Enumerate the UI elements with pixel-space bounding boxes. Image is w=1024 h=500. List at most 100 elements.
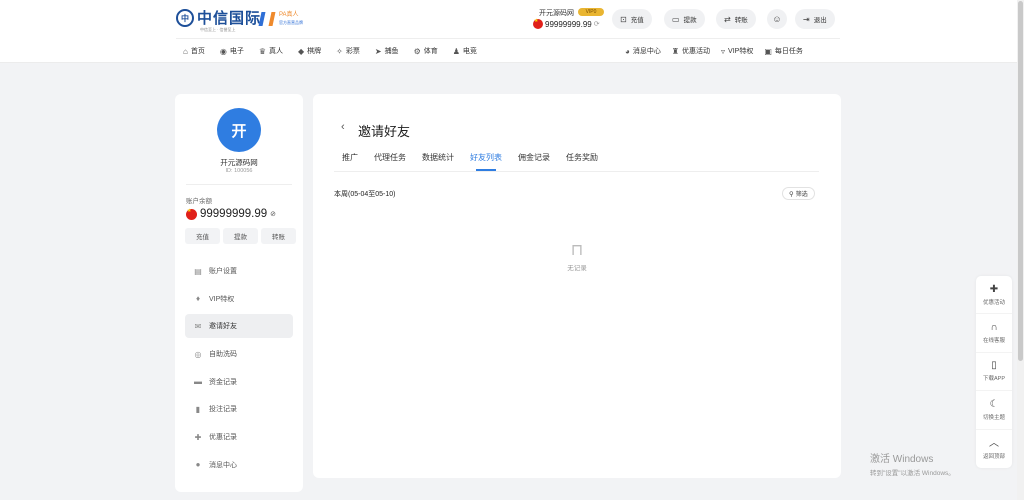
site-logo[interactable]: 中 中信国际 中信至上 · 信誉至上: [176, 9, 261, 32]
headset-icon: ∩: [990, 322, 998, 334]
float-theme-toggle[interactable]: ☾ 切换主题: [976, 391, 1012, 430]
phone-icon: ▯: [991, 360, 997, 372]
back-chevron-icon[interactable]: ‹: [341, 121, 345, 133]
nav-live[interactable]: ♛ 真人: [259, 46, 283, 56]
sidebar-item-bet-records[interactable]: ▮ 投注记录: [185, 397, 293, 421]
filter-button[interactable]: ⚲ 筛选: [782, 187, 815, 200]
date-range-label[interactable]: 本周(05-04至05-10): [334, 189, 395, 199]
filter-label: 筛选: [795, 192, 808, 198]
avatar[interactable]: 开: [217, 108, 261, 152]
float-promotions[interactable]: ✚ 优惠活动: [976, 276, 1012, 315]
header-balance-value: 99999999.99: [545, 19, 592, 29]
tabs-divider: [334, 171, 819, 172]
tab-task-rewards[interactable]: 任务奖励: [566, 152, 598, 171]
sidebar-item-label: VIP特权: [209, 295, 235, 303]
windows-activation-watermark: 激活 Windows 转到"设置"以激活 Windows。: [870, 450, 955, 477]
nav-label: 捕鱼: [384, 48, 399, 55]
float-label: 优惠活动: [982, 299, 1005, 306]
tab-statistics[interactable]: 数据统计: [422, 152, 454, 171]
empty-state: ⊓ 无记录: [553, 240, 601, 272]
logo-emblem-icon: 中: [176, 9, 194, 27]
sidebar-username: 开元源码网: [220, 158, 258, 167]
nav-daily-tasks[interactable]: ▣ 每日任务: [764, 46, 803, 56]
sidebar-item-label: 消息中心: [209, 461, 237, 469]
tab-commission-records[interactable]: 佣金记录: [518, 152, 550, 171]
nav-messages[interactable]: ◕ 消息中心: [625, 46, 661, 56]
pa-logo-title: PA真人: [279, 12, 299, 18]
ball-icon: ⚙: [413, 46, 421, 56]
nav-label: 电子: [229, 48, 244, 55]
card-icon: ▬: [194, 377, 202, 387]
user-avatar-icon[interactable]: ☺: [767, 9, 787, 29]
sidebar-item-invite-friends[interactable]: ✉ 邀请好友: [185, 314, 293, 339]
top-bar: 中 中信国际 中信至上 · 信誉至上 PA真人 官方直营品牌 开元源码网 VIP…: [0, 0, 1024, 63]
deposit-label: 充值: [630, 17, 644, 24]
vip-icon: ▿: [721, 46, 726, 56]
nav-esports[interactable]: ♟ 电竞: [453, 46, 477, 56]
scrollbar-thumb[interactable]: [1018, 1, 1023, 361]
chevron-up-icon: ︿: [989, 437, 999, 449]
sidebar-menu: ▤ 账户设置 ♦ VIP特权 ✉ 邀请好友 ◎ 自助洗码 ▬ 资金记录 ▮ 投注记录 ✚ 优惠…: [185, 259, 293, 481]
sidebar-item-label: 账户设置: [209, 268, 237, 275]
withdraw-button[interactable]: ▭ 提款: [664, 9, 705, 29]
nav-label: 棋牌: [307, 48, 322, 55]
sidebar-item-messages[interactable]: ● 消息中心: [185, 453, 293, 477]
invite-icon: ✉: [194, 321, 202, 331]
filter-icon: ⚲: [789, 190, 794, 198]
home-icon: ⌂: [183, 46, 188, 56]
nav-fishing[interactable]: ➤ 捕鱼: [375, 46, 399, 56]
nav-promotions[interactable]: ♜ 优惠活动: [672, 46, 710, 56]
card-icon: ▭: [672, 14, 680, 24]
float-back-to-top[interactable]: ︿ 返回顶部: [976, 430, 1012, 468]
header-username: 开元源码网: [539, 10, 574, 17]
deposit-button[interactable]: ⊡ 充值: [612, 9, 652, 29]
nav-sports[interactable]: ⚙ 体育: [414, 46, 438, 56]
sidebar-item-promo-records[interactable]: ✚ 优惠记录: [185, 425, 293, 449]
refresh-icon[interactable]: ⟳: [594, 20, 600, 28]
sidebar-balance-value: 99999999.99: [200, 208, 268, 220]
gift-icon: ✚: [989, 283, 999, 295]
cards-icon: ◆: [298, 46, 305, 56]
logout-icon: ⇥: [803, 14, 810, 24]
nav-cards[interactable]: ◆ 棋牌: [298, 46, 321, 56]
main-nav: ⌂ 首页 ◉ 电子 ♛ 真人 ◆ 棋牌 ✧ 彩票 ➤ 捕鱼 ⚙ 体育 ♟ 电竞: [183, 44, 492, 58]
tab-promotion[interactable]: 推广: [342, 152, 358, 171]
nav-divider: [176, 38, 840, 39]
invite-tabs: 推广 代理任务 数据统计 好友列表 佣金记录 任务奖励: [342, 152, 614, 171]
sidebar-item-rebate[interactable]: ◎ 自助洗码: [185, 342, 293, 366]
logout-button[interactable]: ⇥ 退出: [795, 9, 835, 29]
sidebar-balance: 99999999.99 ⊘: [186, 208, 276, 220]
nav-label: 电竞: [462, 48, 477, 55]
hide-eye-icon[interactable]: ⊘: [270, 210, 276, 218]
sidebar-transfer-button[interactable]: 转账: [261, 228, 296, 244]
float-label: 切换主题: [982, 414, 1005, 421]
sidebar-deposit-button[interactable]: 充值: [185, 228, 220, 244]
floating-toolbar: ✚ 优惠活动 ∩ 在线客服 ▯ 下载APP ☾ 切换主题 ︿ 返回顶部: [976, 276, 1012, 468]
sidebar-item-account-settings[interactable]: ▤ 账户设置: [185, 259, 293, 283]
sidebar-actions: 充值 提款 转账: [185, 228, 299, 244]
withdraw-label: 提款: [683, 17, 697, 24]
pa-logo[interactable]: PA真人 官方直营品牌: [258, 11, 303, 27]
gift-icon: ♜: [671, 46, 680, 56]
float-label: 下载APP: [982, 376, 1005, 383]
sidebar-item-vip[interactable]: ♦ VIP特权: [185, 287, 293, 311]
nav-home[interactable]: ⌂ 首页: [183, 46, 205, 56]
tab-agent-tasks[interactable]: 代理任务: [374, 152, 406, 171]
transfer-button[interactable]: ⇄ 转账: [716, 9, 756, 29]
chip-icon: ◎: [194, 349, 202, 359]
nav-vip[interactable]: ▿ VIP特权: [721, 46, 753, 56]
nav-lottery[interactable]: ✧ 彩票: [336, 46, 360, 56]
inbox-icon: ⊓: [570, 242, 584, 259]
page-title: 邀请好友: [358, 124, 411, 139]
sidebar-divider: [186, 184, 292, 185]
header-balance: 99999999.99 ⟳: [533, 18, 600, 29]
tab-friend-list[interactable]: 好友列表: [470, 152, 502, 171]
float-support[interactable]: ∩ 在线客服: [976, 314, 1012, 353]
nav-slots[interactable]: ◉ 电子: [220, 46, 244, 56]
diamond-icon: ♦: [195, 294, 201, 304]
sidebar-item-fund-records[interactable]: ▬ 资金记录: [185, 370, 293, 394]
float-download-app[interactable]: ▯ 下载APP: [976, 353, 1012, 392]
user-id: ID: 100056: [225, 168, 253, 174]
live-icon: ♛: [258, 46, 266, 56]
sidebar-withdraw-button[interactable]: 提款: [223, 228, 258, 244]
